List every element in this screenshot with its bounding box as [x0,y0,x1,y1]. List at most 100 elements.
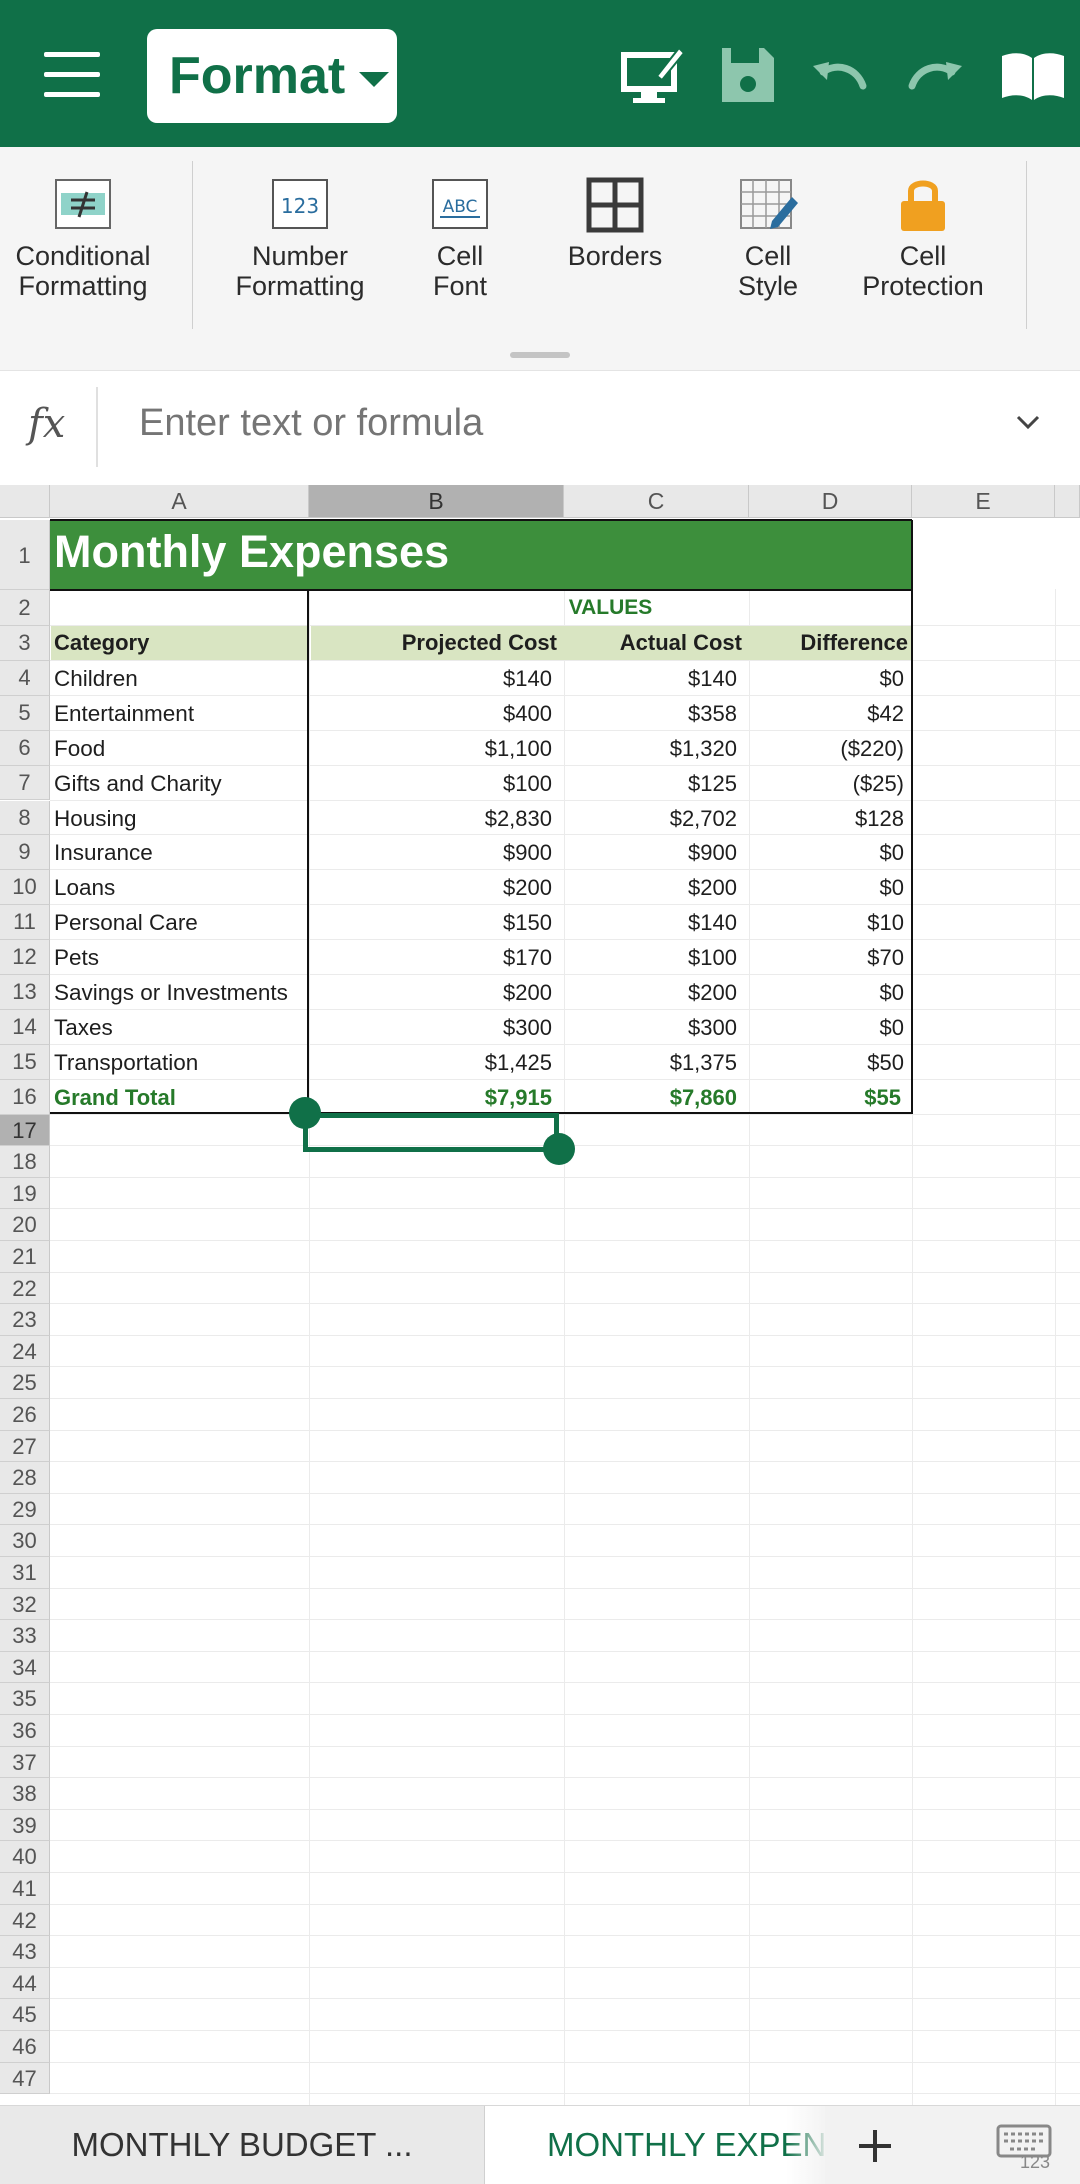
row-header-17[interactable]: 17 [0,1114,50,1147]
row-header-6[interactable]: 6 [0,730,50,766]
column-header-b[interactable]: B [309,485,564,518]
row-header-45[interactable]: 45 [0,1999,50,2031]
sheet-tab-monthly-budget[interactable]: MONTHLY BUDGET ... [0,2106,484,2184]
value-cell[interactable]: $125 [564,771,737,797]
category-cell[interactable]: Children [54,666,304,692]
value-cell[interactable]: $170 [309,945,552,971]
header-category[interactable]: Category [54,630,149,656]
row-header-9[interactable]: 9 [0,835,50,871]
value-cell[interactable]: $140 [564,910,737,936]
category-cell[interactable]: Insurance [54,840,304,866]
category-cell[interactable]: Personal Care [54,910,304,936]
value-cell[interactable]: $0 [749,1015,904,1041]
row-header-47[interactable]: 47 [0,2062,50,2095]
value-cell[interactable]: $42 [749,701,904,727]
value-cell[interactable]: $100 [564,945,737,971]
row-header-30[interactable]: 30 [0,1525,50,1557]
row-header-36[interactable]: 36 [0,1715,50,1747]
row-header-41[interactable]: 41 [0,1873,50,1905]
row-header-8[interactable]: 8 [0,800,50,836]
menu-icon[interactable] [44,52,100,98]
column-header-partial[interactable] [1055,485,1080,518]
row-header-42[interactable]: 42 [0,1904,50,1937]
value-cell[interactable]: $100 [309,771,552,797]
value-cell[interactable]: $200 [564,875,737,901]
value-cell[interactable]: $128 [749,806,904,832]
category-cell[interactable]: Pets [54,945,304,971]
row-header-18[interactable]: 18 [0,1146,50,1178]
row-header-23[interactable]: 23 [0,1304,50,1336]
category-cell[interactable]: Loans [54,875,304,901]
row-header-31[interactable]: 31 [0,1557,50,1589]
row-header-40[interactable]: 40 [0,1841,50,1873]
cell-font-button[interactable]: ABC Cell Font [410,177,510,327]
row-header-12[interactable]: 12 [0,940,50,975]
value-cell[interactable]: $0 [749,840,904,866]
column-header-d[interactable]: D [749,485,912,518]
keyboard-123-icon[interactable]: 123 [996,2124,1056,2178]
value-cell[interactable]: $0 [749,980,904,1006]
category-cell[interactable]: Housing [54,806,304,832]
value-cell[interactable]: $1,320 [564,736,737,762]
redo-icon[interactable] [900,40,970,110]
row-header-22[interactable]: 22 [0,1272,50,1305]
value-cell[interactable]: $10 [749,910,904,936]
row-header-4[interactable]: 4 [0,660,50,696]
ribbon-drag-handle[interactable] [510,352,570,358]
row-header-29[interactable]: 29 [0,1493,50,1526]
save-icon[interactable] [712,40,782,110]
value-cell[interactable]: $200 [309,980,552,1006]
category-cell[interactable]: Savings or Investments [54,980,304,1006]
row-header-44[interactable]: 44 [0,1967,50,2000]
mode-dropdown-button[interactable]: Format [147,29,397,123]
function-icon[interactable]: fx [28,401,65,447]
value-cell[interactable]: $0 [749,875,904,901]
value-cell[interactable]: $900 [564,840,737,866]
row-header-13[interactable]: 13 [0,975,50,1010]
value-cell[interactable]: $358 [564,701,737,727]
value-cell[interactable]: $150 [309,910,552,936]
row-header-7[interactable]: 7 [0,765,50,801]
value-cell[interactable]: $140 [309,666,552,692]
category-cell[interactable]: Transportation [54,1050,304,1076]
values-label[interactable]: VALUES [309,596,912,620]
row-header-26[interactable]: 26 [0,1399,50,1431]
value-cell[interactable]: $200 [309,875,552,901]
value-cell[interactable]: ($220) [749,736,904,762]
row-header-27[interactable]: 27 [0,1430,50,1463]
value-cell[interactable]: $1,425 [309,1050,552,1076]
row-header-16[interactable]: 16 [0,1079,50,1115]
value-cell[interactable]: $140 [564,666,737,692]
formula-input[interactable] [137,401,981,446]
column-header-e[interactable]: E [912,485,1055,518]
value-cell[interactable]: $1,375 [564,1050,737,1076]
row-header-46[interactable]: 46 [0,2031,50,2063]
row-header-5[interactable]: 5 [0,695,50,731]
value-cell[interactable]: $2,702 [564,806,737,832]
row-header-34[interactable]: 34 [0,1651,50,1684]
value-cell[interactable]: $0 [749,666,904,692]
undo-icon[interactable] [805,40,875,110]
value-cell[interactable]: $2,830 [309,806,552,832]
category-cell[interactable]: Entertainment [54,701,304,727]
sheet-tab-monthly-expenses[interactable]: MONTHLY EXPENSES [485,2106,825,2184]
read-mode-icon[interactable] [998,40,1068,110]
row-header-37[interactable]: 37 [0,1746,50,1779]
category-cell[interactable]: Food [54,736,304,762]
row-header-11[interactable]: 11 [0,905,50,941]
select-all-corner[interactable] [0,485,50,518]
value-cell[interactable]: $70 [749,945,904,971]
cell-protection-button[interactable]: Cell Protection [855,177,991,327]
row-header-43[interactable]: 43 [0,1936,50,1968]
total-projected-cost[interactable]: $7,915 [309,1085,552,1111]
value-cell[interactable]: $400 [309,701,552,727]
value-cell[interactable]: $900 [309,840,552,866]
row-header-32[interactable]: 32 [0,1588,50,1621]
chevron-down-icon[interactable] [1015,409,1041,435]
category-cell[interactable]: Gifts and Charity [54,771,304,797]
row-header-24[interactable]: 24 [0,1335,50,1368]
total-actual-cost[interactable]: $7,860 [564,1085,737,1111]
header-actual-cost[interactable]: Actual Cost [564,630,742,656]
column-header-c[interactable]: C [564,485,749,518]
value-cell[interactable]: ($25) [749,771,904,797]
